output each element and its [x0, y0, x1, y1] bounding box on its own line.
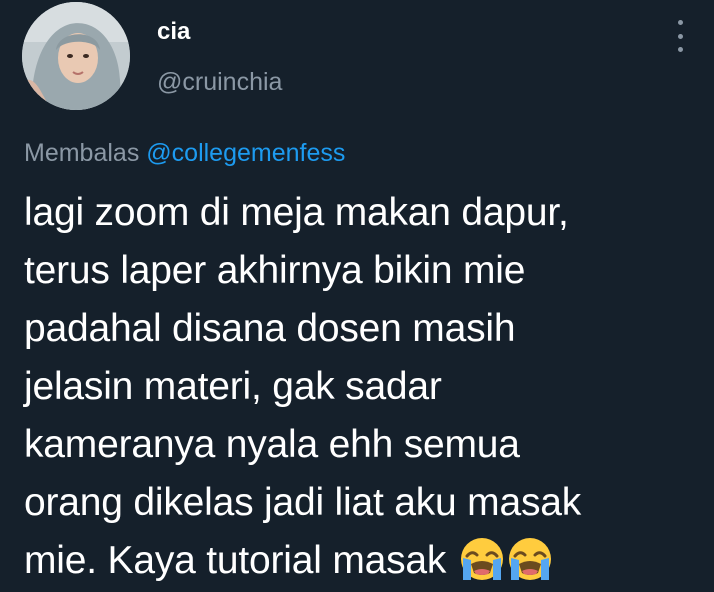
- reply-mention-link[interactable]: @collegemenfess: [146, 139, 345, 167]
- profile-photo-icon: [22, 2, 130, 110]
- dot: [677, 33, 683, 39]
- tweet-line: kameranya nyala ehh semua: [24, 423, 520, 466]
- tweet-line: jelasin materi, gak sadar: [24, 365, 442, 408]
- tweet-line: terus laper akhirnya bikin mie: [24, 249, 526, 292]
- dot: [677, 47, 683, 52]
- tweet-line: orang dikelas jadi liat aku masak: [24, 481, 582, 524]
- more-options-icon[interactable]: [668, 20, 692, 52]
- avatar[interactable]: [22, 2, 130, 110]
- tweet-line: padahal disana dosen masih: [24, 307, 516, 350]
- tweet-text: lagi zoom di meja makan dapur, terus lap…: [24, 184, 704, 590]
- loudly-crying-face-icon: [508, 537, 551, 580]
- loudly-crying-face-icon: [460, 537, 503, 580]
- reply-context: Membalas @collegemenfess: [24, 139, 345, 168]
- tweet-line: mie. Kaya tutorial masak: [24, 539, 447, 582]
- tweet-card: cia @cruinchia Membalas @collegemenfess …: [0, 0, 714, 592]
- tweet-line: lagi zoom di meja makan dapur,: [24, 191, 569, 234]
- reply-prefix: Membalas: [24, 139, 140, 167]
- dot: [677, 20, 683, 25]
- display-name[interactable]: cia: [157, 18, 190, 46]
- tweet-last-line-wrap: mie. Kaya tutorial masak: [24, 532, 704, 590]
- user-handle[interactable]: @cruinchia: [157, 68, 282, 97]
